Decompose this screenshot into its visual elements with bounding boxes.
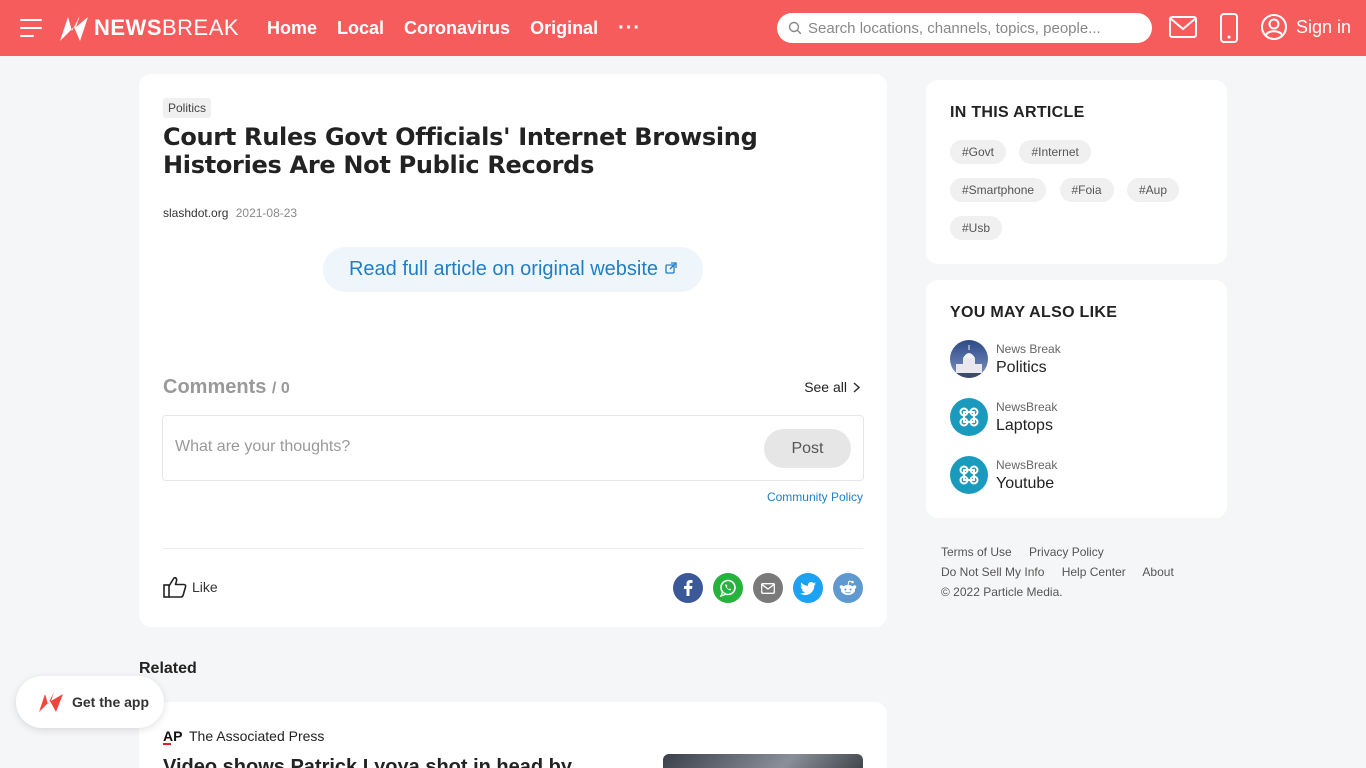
related-source-name: The Associated Press (189, 728, 325, 744)
search-box[interactable] (777, 13, 1152, 43)
privacy-policy-link[interactable]: Privacy Policy (1029, 545, 1104, 559)
hashtag-usb[interactable]: #Usb (950, 216, 1003, 240)
channel-name: Laptops (996, 416, 1053, 434)
search-input[interactable] (808, 19, 1138, 37)
copyright: © 2022 Particle Media. (941, 585, 1063, 599)
mail-icon[interactable] (1169, 16, 1197, 38)
article-title: Court Rules Govt Officials' Internet Bro… (163, 123, 758, 179)
read-full-article-label: Read full article on original website (348, 258, 659, 280)
thumbs-up-icon (163, 576, 187, 598)
see-all-label: See all (804, 379, 847, 395)
channel-provider: News Break (996, 341, 1061, 356)
channel-name: Youtube (996, 474, 1055, 492)
in-this-article-title: IN THIS ARTICLE (950, 104, 1085, 121)
email-share-button[interactable] (753, 573, 783, 603)
menu-icon[interactable] (20, 18, 42, 38)
command-icon (950, 456, 988, 494)
sign-in-label: Sign in (1296, 16, 1352, 37)
mobile-app-icon[interactable] (1219, 13, 1239, 43)
do-not-sell-link[interactable]: Do Not Sell My Info (941, 565, 1044, 579)
more-menu-button[interactable]: ··· (618, 17, 641, 40)
about-link[interactable]: About (1142, 565, 1173, 579)
ap-logo-icon: AP (163, 728, 182, 745)
reddit-icon (839, 580, 857, 595)
related-headline[interactable]: Video shows Patrick Lyoya shot in head b… (163, 756, 623, 768)
comment-input[interactable] (175, 438, 735, 456)
reddit-share-button[interactable] (833, 573, 863, 603)
hashtag-aup[interactable]: #Aup (1126, 178, 1180, 202)
related-source: AP The Associated Press (163, 727, 324, 745)
like-label: Like (192, 579, 218, 595)
channel-item-politics[interactable]: News Break Politics (950, 340, 1061, 378)
email-icon (761, 582, 775, 594)
twitter-icon (800, 581, 816, 595)
you-may-also-like-title: YOU MAY ALSO LIKE (950, 304, 1118, 321)
nav-original[interactable]: Original (530, 18, 598, 39)
whatsapp-icon (719, 579, 736, 597)
comment-box: Post (162, 415, 864, 481)
read-full-article-button[interactable]: Read full article on original website (323, 247, 703, 292)
newsbreak-app-icon (39, 692, 63, 712)
help-center-link[interactable]: Help Center (1062, 565, 1126, 579)
channel-provider: NewsBreak (996, 399, 1058, 414)
post-comment-button[interactable]: Post (764, 429, 851, 468)
nav-home[interactable]: Home (267, 18, 317, 39)
external-link-icon (665, 262, 677, 274)
related-heading: Related (139, 660, 197, 677)
twitter-share-button[interactable] (793, 573, 823, 603)
article-source[interactable]: slashdot.org (163, 206, 228, 220)
in-this-article-panel: IN THIS ARTICLE #Govt #Internet #Smartph… (926, 80, 1227, 264)
community-policy-link[interactable]: Community Policy (767, 490, 863, 504)
svg-text:AP: AP (163, 728, 182, 744)
logo-text-bold: NEWS (94, 15, 162, 40)
comments-count: / 0 (271, 380, 290, 397)
you-may-also-like-panel: YOU MAY ALSO LIKE News Break Politics Ne… (926, 280, 1227, 518)
sign-in-button[interactable]: Sign in (1261, 14, 1351, 40)
command-icon (950, 398, 988, 436)
share-buttons (663, 573, 863, 603)
category-badge[interactable]: Politics (163, 98, 212, 118)
user-icon (1261, 14, 1287, 40)
search-icon (788, 21, 802, 35)
article-card: Politics Court Rules Govt Officials' Int… (139, 74, 887, 627)
nav-local[interactable]: Local (337, 18, 384, 39)
comments-heading: Comments / 0 (163, 376, 290, 399)
whatsapp-share-button[interactable] (713, 573, 743, 603)
get-the-app-button[interactable]: Get the app (16, 676, 164, 728)
channel-item-youtube[interactable]: NewsBreak Youtube (950, 456, 1057, 494)
hashtag-list: #Govt #Internet #Smartphone #Foia #Aup #… (950, 140, 1210, 254)
newsbreak-logo-icon (60, 15, 88, 41)
channel-name: Politics (996, 358, 1047, 376)
facebook-icon (684, 580, 693, 596)
article-date: 2021-08-23 (235, 206, 298, 220)
hashtag-internet[interactable]: #Internet (1019, 140, 1091, 164)
top-navigation-bar: NEWSBREAK Home Local Coronavirus Origina… (0, 0, 1366, 56)
footer-links: Terms of Use Privacy Policy Do Not Sell … (941, 545, 1188, 605)
facebook-share-button[interactable] (673, 573, 703, 603)
capitol-icon (950, 340, 988, 378)
terms-of-use-link[interactable]: Terms of Use (941, 545, 1012, 559)
logo-text-light: BREAK (162, 15, 240, 40)
hashtag-govt[interactable]: #Govt (950, 140, 1007, 164)
hashtag-smartphone[interactable]: #Smartphone (950, 178, 1047, 202)
see-all-comments-link[interactable]: See all (804, 379, 860, 395)
comments-label: Comments (163, 376, 267, 398)
related-article-card[interactable]: AP The Associated Press Video shows Patr… (139, 702, 887, 768)
channel-item-laptops[interactable]: NewsBreak Laptops (950, 398, 1057, 436)
hashtag-foia[interactable]: #Foia (1059, 178, 1114, 202)
chevron-right-icon (853, 381, 860, 393)
channel-provider: NewsBreak (996, 457, 1058, 472)
nav-coronavirus[interactable]: Coronavirus (404, 18, 510, 39)
main-nav: Home Local Coronavirus Original ··· (267, 0, 661, 56)
get-the-app-label: Get the app (72, 694, 150, 710)
like-button[interactable]: Like (163, 576, 218, 598)
related-thumbnail[interactable] (663, 754, 863, 768)
newsbreak-logo[interactable]: NEWSBREAK (58, 13, 239, 43)
article-meta: slashdot.org 2021-08-23 (163, 206, 297, 220)
divider (163, 548, 863, 549)
